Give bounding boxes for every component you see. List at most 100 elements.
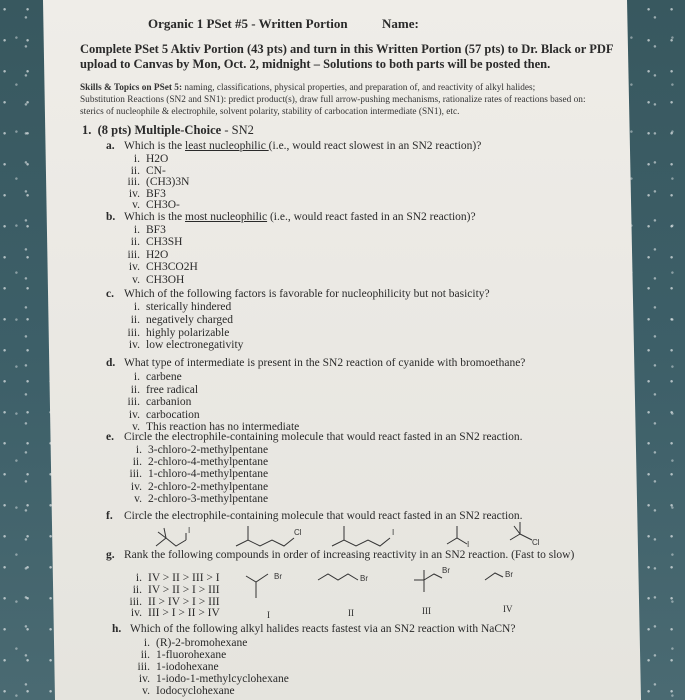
question-points: (8 pts) — [97, 123, 132, 137]
answer-option[interactable]: iv. III > I > II > IV — [120, 607, 220, 619]
part-letter: b. — [106, 211, 116, 223]
option-text: negatively charged — [146, 313, 233, 326]
option-numeral: i. — [135, 572, 142, 584]
answer-option[interactable]: ii. free radical — [118, 384, 198, 396]
option-text: low electronegativity — [146, 339, 244, 352]
structure-g-II-label: II — [348, 608, 354, 618]
option-text: This reaction has no intermediate — [146, 421, 300, 434]
answer-option[interactable]: v. 2-chloro-3-methylpentane — [120, 493, 268, 505]
skills-text-1: naming, classifications, physical proper… — [182, 83, 536, 93]
option-text: CN- — [146, 164, 166, 177]
option-text: 2-chloro-2-methylpentane — [148, 480, 269, 493]
halogen-label: Cl — [532, 538, 540, 547]
option-numeral: v. — [134, 492, 142, 505]
option-text: 1-chloro-4-methylpentane — [148, 468, 269, 481]
option-numeral: ii. — [132, 456, 142, 469]
prompt-text: What type of intermediate is present in … — [124, 357, 526, 369]
answer-option[interactable]: iv. low electronegativity — [118, 339, 243, 351]
option-numeral: iii. — [129, 595, 142, 608]
answer-option[interactable]: iii. (CH3)3N — [118, 176, 190, 189]
option-numeral: iii. — [127, 326, 140, 339]
option-numeral: iv. — [130, 480, 142, 493]
option-text: free radical — [146, 383, 199, 396]
answer-option[interactable]: i. carbene — [118, 371, 182, 383]
answer-option[interactable]: i. H2O — [118, 153, 168, 165]
skills-line-2: Substitution Reactions (SN2 and SN1): pr… — [80, 95, 586, 105]
question-number: 1. — [82, 123, 92, 137]
answer-option[interactable]: iv. carbocation — [118, 409, 200, 421]
question-heading: Multiple-Choice — [134, 123, 222, 137]
option-numeral: iv. — [138, 673, 150, 685]
prompt-emphasis: least nucleophilic — [185, 140, 269, 152]
answer-option[interactable]: ii. CH3SH — [118, 236, 183, 248]
answer-option[interactable]: i. sterically hindered — [118, 301, 231, 313]
answer-option[interactable]: iv. 2-chloro-2-methylpentane — [120, 481, 268, 493]
option-numeral: i. — [143, 637, 150, 649]
option-text: sterically hindered — [146, 301, 232, 313]
option-numeral: iv. — [128, 261, 140, 274]
option-numeral: ii. — [140, 649, 150, 661]
instructions-line-1: Complete PSet 5 Aktiv Portion (43 pts) a… — [80, 42, 614, 56]
answer-option[interactable]: v. Iodocyclohexane — [128, 685, 234, 697]
prompt-text: Which of the following alkyl halides rea… — [130, 623, 516, 635]
option-numeral: iii. — [137, 661, 150, 673]
structure-f-5[interactable]: Cl — [506, 516, 542, 550]
answer-option[interactable]: iii. 1-iodohexane — [128, 661, 219, 673]
answer-option[interactable]: iii. highly polarizable — [118, 326, 230, 339]
option-text: BF3 — [146, 224, 166, 236]
option-text: II > IV > I > III — [148, 595, 220, 608]
skills-line-1: Skills & Topics on PSet 5: naming, class… — [80, 83, 535, 93]
answer-option[interactable]: iii. H2O — [118, 249, 169, 261]
halogen-label: I — [467, 540, 470, 549]
answer-option[interactable]: iii. 1-chloro-4-methylpentane — [120, 468, 269, 481]
answer-option[interactable]: iv. BF3 — [118, 188, 166, 200]
answer-option[interactable]: iii. II > IV > I > III — [120, 596, 220, 608]
answer-option[interactable]: iv. 1-iodo-1-methylcyclohexane — [128, 673, 289, 685]
structure-f-3[interactable]: I — [330, 518, 400, 550]
option-text: carbocation — [146, 408, 200, 421]
answer-option[interactable]: ii. 1-fluorohexane — [128, 649, 227, 661]
answer-option[interactable]: ii. IV > II > I > III — [120, 584, 220, 596]
answer-option[interactable]: ii. negatively charged — [118, 314, 233, 326]
answer-option[interactable]: v. This reaction has no intermediate — [118, 421, 299, 433]
skills-line-3: sterics of nucleophile & electrophile, s… — [80, 107, 460, 117]
name-label: Name: — [382, 16, 419, 31]
option-numeral: iii. — [127, 396, 140, 409]
option-text: highly polarizable — [146, 326, 230, 339]
answer-option[interactable]: i. IV > II > III > I — [120, 572, 220, 584]
part-d-prompt: d. What type of intermediate is present i… — [106, 357, 525, 369]
structure-f-2[interactable]: Cl — [234, 518, 304, 550]
halogen-label: Br — [274, 572, 282, 581]
option-text: 3-chloro-2-methylpentane — [148, 444, 269, 456]
option-numeral: i. — [133, 301, 140, 313]
structure-g-IV: Br — [483, 568, 513, 584]
prompt-suffix: (i.e., would react slowest in an SN2 rea… — [268, 140, 482, 152]
structure-g-II: Br — [316, 568, 368, 588]
answer-option[interactable]: ii. 2-chloro-4-methylpentane — [120, 456, 268, 468]
answer-option[interactable]: i. (R)-2-bromohexane — [128, 637, 247, 649]
worksheet-content: Organic 1 PSet #5 - Written Portion Name… — [0, 0, 685, 700]
option-text: CH3CO2H — [146, 261, 198, 274]
halogen-label: Cl — [294, 528, 302, 537]
answer-option[interactable]: iii. carbanion — [118, 396, 192, 409]
option-text: CH3OH — [146, 273, 185, 286]
option-numeral: i. — [133, 153, 140, 165]
answer-option[interactable]: iv. CH3CO2H — [118, 261, 198, 273]
option-numeral: iv. — [130, 607, 142, 620]
option-text: (CH3)3N — [146, 176, 190, 189]
option-numeral: iii. — [129, 468, 142, 481]
part-a-prompt: a. Which is the least nucleophilic (i.e.,… — [106, 140, 481, 152]
answer-option[interactable]: v. CH3O- — [118, 199, 180, 211]
structure-f-4[interactable]: I — [445, 518, 475, 550]
option-numeral: v. — [132, 199, 140, 212]
answer-option[interactable]: v. CH3OH — [118, 274, 184, 286]
halogen-label: Br — [442, 566, 450, 575]
part-c-prompt: c. Which of the following factors is favo… — [106, 288, 490, 300]
option-numeral: ii. — [132, 583, 142, 596]
answer-option[interactable]: i. BF3 — [118, 224, 166, 236]
answer-option[interactable]: i. 3-chloro-2-methylpentane — [120, 444, 268, 456]
part-g-prompt: g. Rank the following compounds in order … — [106, 549, 574, 561]
answer-option[interactable]: ii. CN- — [118, 165, 166, 177]
option-numeral: v. — [132, 421, 140, 434]
option-text: 1-iodohexane — [156, 661, 219, 673]
